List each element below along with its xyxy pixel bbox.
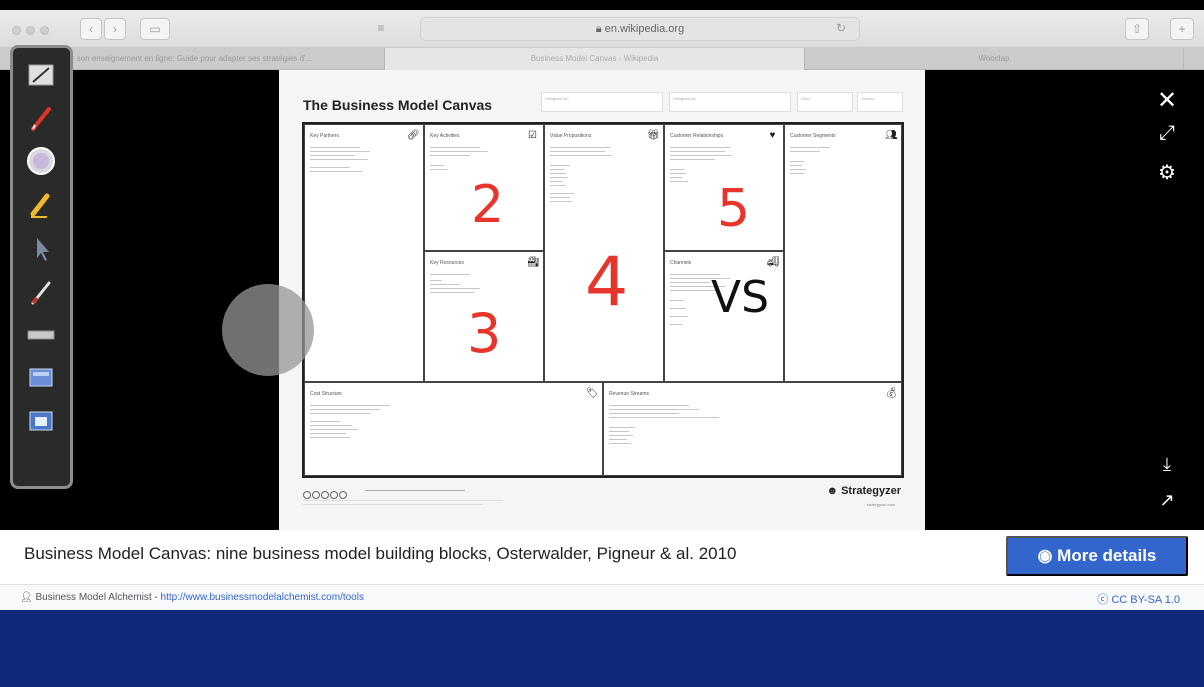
block-title: Cost Structure [310, 391, 342, 397]
handwritten-number: 2 [471, 175, 505, 235]
share-icon[interactable]: ↗ [1155, 490, 1179, 511]
settings-icon[interactable]: ⚙ [1155, 160, 1179, 185]
block-title: Key Activities [430, 133, 460, 139]
tabs-overview-button[interactable]: + [1170, 18, 1194, 40]
block-title: Customer Relationships [670, 133, 724, 139]
block-title: Value Propositions [550, 133, 592, 139]
handwritten-text: VS [711, 272, 770, 323]
tab-wooclap[interactable]: Wooclap [805, 48, 1184, 70]
author-attribution: 👤︎ Business Model Alchemist - http://www… [20, 592, 364, 603]
strategyzer-logo: ☻ Strategyzer [826, 485, 901, 497]
block-key-activities: Key Activities ☑ 2 [424, 124, 544, 251]
block-title: Customer Segments [790, 133, 836, 139]
tab-business-model-canvas[interactable]: Business Model Canvas - Wikipedia [385, 48, 805, 70]
factory-icon: 🏭︎ [527, 257, 540, 268]
author-link[interactable]: http://www.businessmodelalchemist.com/to… [161, 592, 364, 603]
truck-icon: 🚚︎ [767, 257, 780, 268]
block-channels: Channels 🚚︎ VS [664, 251, 784, 382]
screen-capture-icon[interactable] [25, 363, 57, 393]
business-model-canvas-image: The Business Model Canvas Designed for: … [279, 70, 925, 530]
forward-button[interactable]: › [104, 18, 126, 40]
block-revenue-streams: Revenue Streams 💰︎ [603, 382, 902, 476]
zoom-window-button[interactable] [40, 26, 49, 35]
ruler-icon[interactable] [25, 320, 57, 350]
people-icon: 👥︎ [885, 130, 898, 141]
sidebar-toggle-button[interactable]: ▭ [140, 18, 170, 40]
brand-name: Strategyzer [841, 485, 901, 497]
wikimedia-icon: ◉ [1037, 546, 1058, 565]
checkbox-icon: ☑ [528, 130, 537, 141]
block-key-partners: Key Partners 🔗︎ [304, 124, 424, 382]
url-text: en.wikipedia.org [604, 23, 685, 35]
gift-icon: 🎁︎ [647, 130, 660, 141]
canvas-license-strip [303, 482, 903, 522]
fullscreen-icon[interactable]: ⤢ [1155, 122, 1179, 145]
version-field: Version: [857, 92, 903, 112]
block-customer-relationships: Customer Relationships ♥ 5 [664, 124, 784, 251]
red-pen-icon[interactable] [25, 103, 57, 133]
block-customer-segments: Customer Segments 👥︎ [784, 124, 902, 382]
close-window-button[interactable] [12, 26, 21, 35]
tab-bar: r son enseignement en ligne: Guide pour … [0, 48, 1204, 70]
price-tag-icon: 🏷︎ [586, 388, 599, 399]
brand-url: strategyzer.com [866, 502, 895, 507]
logo-mark-icon: ☻ [826, 485, 842, 497]
share-browser-button[interactable]: ⇧ [1125, 18, 1149, 40]
touch-pointer-indicator [222, 284, 314, 376]
cc-license-icons [303, 486, 348, 504]
image-caption: Business Model Canvas: nine business mod… [24, 544, 737, 563]
browser-window: ‹ › ▭ ≡ 🔒︎ en.wikipedia.org ↻ ⇧ + r son … [0, 0, 1204, 610]
block-title: Key Partners [310, 133, 339, 139]
browser-toolbar: ‹ › ▭ ≡ 🔒︎ en.wikipedia.org ↻ ⇧ + [0, 10, 1204, 48]
minimize-window-button[interactable] [26, 26, 35, 35]
reload-icon[interactable]: ↻ [830, 18, 852, 40]
address-bar[interactable]: 🔒︎ en.wikipedia.org [420, 17, 860, 41]
back-button[interactable]: ‹ [80, 18, 102, 40]
pointer-arrow-icon[interactable] [25, 234, 57, 264]
link-icon: 🔗︎ [407, 130, 420, 141]
designed-by-field: Designed by: [669, 92, 791, 112]
lock-icon: 🔒︎ [595, 23, 605, 35]
select-area-icon[interactable] [25, 60, 57, 90]
more-details-button[interactable]: ◉ More details [1006, 536, 1188, 576]
close-viewer-icon[interactable]: ✕ [1155, 86, 1179, 115]
handwritten-number: 4 [585, 243, 629, 322]
user-icon: 👤︎ [20, 592, 36, 603]
handwritten-number: 5 [717, 179, 751, 239]
designed-for-field: Designed for: [541, 92, 663, 112]
block-title: Revenue Streams [609, 391, 650, 397]
cc-icon: ⓒ [1097, 594, 1112, 606]
window-capture-icon[interactable] [25, 406, 57, 436]
date-field: Date: [797, 92, 853, 112]
block-cost-structure: Cost Structure 🏷︎ [304, 382, 603, 476]
attribution-bar: 👤︎ Business Model Alchemist - http://www… [0, 584, 1204, 610]
license-link[interactable]: ⓒ CC BY-SA 1.0 [1097, 591, 1180, 607]
brush-icon[interactable] [25, 277, 57, 307]
annotation-toolbar [10, 45, 73, 489]
block-title: Channels [670, 260, 692, 266]
more-details-label: More details [1057, 546, 1157, 565]
download-icon[interactable]: ⤓ [1155, 454, 1179, 475]
author-name: Business Model Alchemist - [35, 592, 161, 603]
block-value-propositions: Value Propositions 🎁︎ 4 [544, 124, 664, 382]
page-background [0, 610, 1204, 687]
canvas-grid: Key Partners 🔗︎ Key Activities ☑ 2 Key R… [302, 122, 904, 478]
heart-icon: ♥ [769, 130, 776, 141]
eraser-icon[interactable] [25, 146, 57, 176]
block-key-resources: Key Resources 🏭︎ 3 [424, 251, 544, 382]
canvas-title: The Business Model Canvas [303, 97, 493, 113]
money-bag-icon: 💰︎ [885, 388, 898, 399]
caption-bar: Business Model Canvas: nine business mod… [0, 530, 1204, 584]
handwritten-number: 3 [467, 302, 502, 365]
reader-icon[interactable]: ≡ [368, 18, 394, 40]
license-label: CC BY-SA 1.0 [1111, 594, 1180, 606]
highlighter-icon[interactable] [25, 190, 57, 220]
block-title: Key Resources [430, 260, 464, 266]
